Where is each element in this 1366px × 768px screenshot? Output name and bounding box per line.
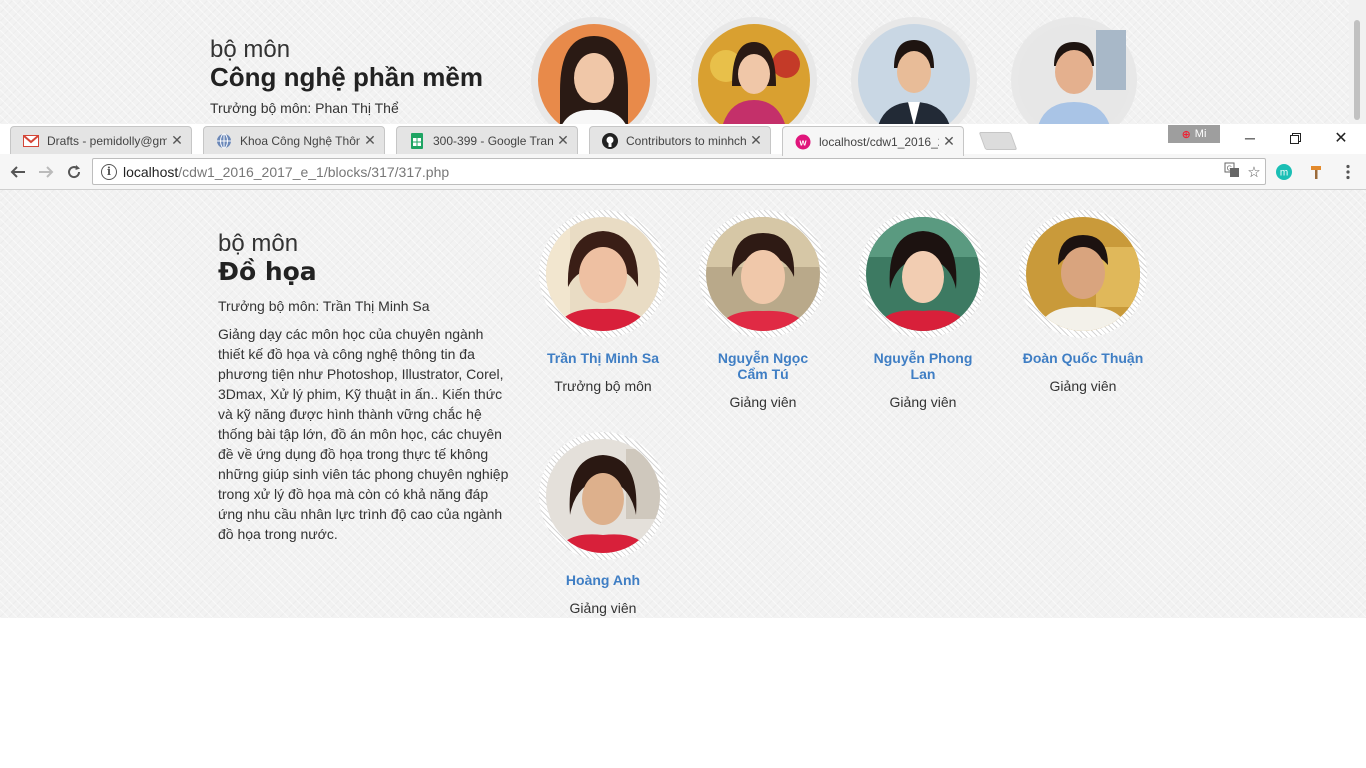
member-role: Trưởng bộ môn: [554, 378, 652, 394]
member-avatar[interactable]: [539, 432, 667, 560]
tab-title: localhost/cdw1_2016_20: [819, 134, 939, 149]
tab-title: 300-399 - Google Trang: [433, 133, 553, 148]
member-name[interactable]: Trần Thị Minh Sa: [523, 350, 683, 366]
url-host: localhost: [123, 163, 179, 180]
url-path: /cdw1_2016_2017_e_1/blocks/317/317.php: [178, 163, 450, 180]
tab-khoa[interactable]: Khoa Công Nghệ Thông ✕: [203, 126, 385, 154]
member-name[interactable]: Đoàn Quốc Thuận: [1003, 350, 1163, 366]
member-avatar[interactable]: [1019, 210, 1147, 338]
bg-member-photo: [850, 16, 978, 124]
new-tab-button[interactable]: [978, 132, 1018, 150]
extension-m-icon[interactable]: m: [1274, 162, 1294, 182]
tab-title: Drafts - pemidolly@gma: [47, 133, 167, 148]
bg-scrollbar-thumb[interactable]: [1354, 20, 1360, 120]
minimize-icon: ─: [1245, 130, 1255, 146]
tab-github[interactable]: Contributors to minhcha ✕: [589, 126, 771, 154]
close-window-button[interactable]: ✕: [1318, 124, 1364, 152]
forward-arrow-icon: [39, 166, 54, 178]
page-content: bộ môn Đồ họa Trưởng bộ môn: Trần Thị Mi…: [0, 190, 1366, 618]
back-button[interactable]: [6, 160, 30, 184]
address-bar[interactable]: i localhost/cdw1_2016_2017_e_1/blocks/31…: [92, 158, 1266, 185]
restore-icon: [1289, 132, 1301, 144]
bg-scrollbar[interactable]: [1349, 0, 1366, 124]
dept-description: Giảng dạy các môn học của chuyên ngành t…: [218, 326, 509, 542]
restore-button[interactable]: [1272, 124, 1318, 152]
bg-dept-prefix: bộ môn: [210, 36, 291, 63]
bg-department-info: bộ môn Công nghệ phần mềm Trưởng bộ môn:…: [210, 36, 483, 116]
tab-strip: Drafts - pemidolly@gma ✕ Khoa Công Nghệ …: [0, 124, 1366, 156]
browser-toolbar: i localhost/cdw1_2016_2017_e_1/blocks/31…: [0, 154, 1366, 190]
svg-text:G: G: [1227, 165, 1232, 172]
bg-member-photo: [1010, 16, 1138, 124]
dept-head: Trưởng bộ môn: Trần Thị Minh Sa: [218, 298, 430, 314]
info-icon[interactable]: i: [101, 163, 117, 180]
back-arrow-icon: [10, 166, 25, 178]
svg-text:w: w: [798, 137, 807, 147]
dept-name: Đồ họa: [218, 257, 317, 286]
tab-close-icon[interactable]: ✕: [939, 133, 959, 150]
url-text[interactable]: localhost/cdw1_2016_2017_e_1/blocks/317/…: [123, 164, 1221, 180]
localhost-icon: w: [795, 134, 811, 150]
member-name[interactable]: Nguyễn Phong Lan: [843, 350, 1003, 382]
close-icon: ✕: [1334, 130, 1348, 147]
translate-icon[interactable]: G: [1221, 162, 1243, 182]
globe-icon: [216, 133, 232, 149]
member-role: Giảng viên: [889, 394, 957, 410]
member-role: Giảng viên: [569, 600, 637, 616]
department-info: bộ môn Đồ họa Trưởng bộ môn: Trần Thị Mi…: [218, 230, 518, 544]
bookmark-star-icon[interactable]: ☆: [1243, 163, 1265, 181]
bg-member-photo: [530, 16, 658, 124]
tab-close-icon[interactable]: ✕: [360, 132, 380, 149]
incognito-icon: ⊕: [1181, 128, 1191, 141]
github-icon: [602, 132, 618, 149]
bg-member-photo: [690, 16, 818, 124]
bg-dept-name: Công nghệ phần mềm: [210, 62, 483, 92]
member-name[interactable]: Nguyễn Ngọc Cẩm Tú: [683, 350, 843, 382]
tab-localhost[interactable]: w localhost/cdw1_2016_20 ✕: [782, 126, 964, 156]
tab-gmail[interactable]: Drafts - pemidolly@gma ✕: [10, 126, 192, 154]
forward-button[interactable]: [34, 160, 58, 184]
tab-close-icon[interactable]: ✕: [746, 132, 766, 149]
reload-icon: [68, 165, 81, 179]
member-role: Giảng viên: [729, 394, 797, 410]
member-avatar[interactable]: [699, 210, 827, 338]
bg-dept-head: Trưởng bộ môn: Phan Thị Thể: [210, 100, 399, 116]
profile-label: Mi: [1194, 128, 1207, 140]
gmail-icon: [23, 133, 39, 149]
tab-close-icon[interactable]: ✕: [167, 132, 187, 149]
member-card[interactable]: Nguyễn Phong Lan Giảng viên: [843, 210, 1003, 410]
profile-badge[interactable]: ⊕ Mi: [1168, 125, 1220, 143]
menu-button[interactable]: [1338, 162, 1358, 182]
member-name[interactable]: Hoàng Anh: [523, 572, 683, 588]
background-page: bộ môn Công nghệ phần mềm Trưởng bộ môn:…: [0, 0, 1366, 124]
sheets-icon: [409, 132, 425, 149]
member-card[interactable]: Nguyễn Ngọc Cẩm Tú Giảng viên: [683, 210, 843, 410]
member-card[interactable]: Hoàng Anh Giảng viên: [523, 432, 683, 616]
extension-hammer-icon[interactable]: [1306, 162, 1326, 182]
tab-title: Contributors to minhcha: [626, 133, 746, 148]
tab-close-icon[interactable]: ✕: [553, 132, 573, 149]
member-avatar[interactable]: [859, 210, 987, 338]
kebab-menu-icon: [1346, 164, 1350, 180]
svg-text:m: m: [1280, 168, 1288, 179]
reload-button[interactable]: [62, 160, 86, 184]
member-avatar[interactable]: [539, 210, 667, 338]
member-role: Giảng viên: [1049, 378, 1117, 394]
dept-prefix: bộ môn: [218, 230, 299, 257]
minimize-button[interactable]: ─: [1227, 124, 1273, 152]
tab-sheets[interactable]: 300-399 - Google Trang ✕: [396, 126, 578, 154]
tab-title: Khoa Công Nghệ Thông: [240, 133, 360, 148]
member-card[interactable]: Đoàn Quốc Thuận Giảng viên: [1003, 210, 1163, 394]
member-card[interactable]: Trần Thị Minh Sa Trưởng bộ môn: [523, 210, 683, 394]
